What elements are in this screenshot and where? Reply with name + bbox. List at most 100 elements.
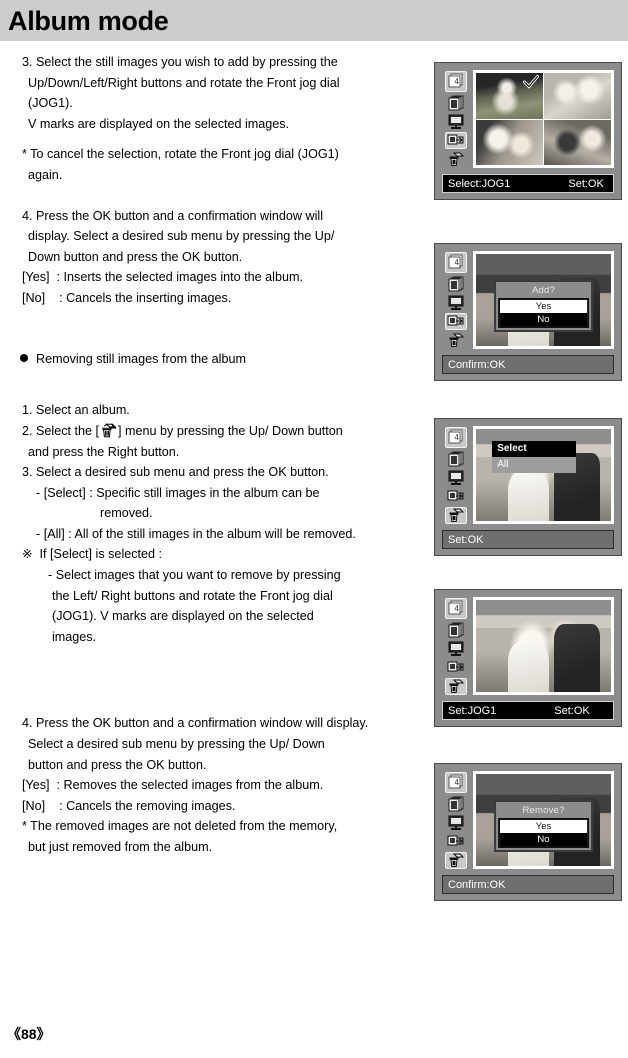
lcd-status-bar: Select:JOG1 Set:OK (442, 174, 614, 193)
dialog-options: Yes No (497, 297, 590, 328)
slideshow-icon[interactable] (445, 113, 467, 130)
album-pages-icon[interactable] (445, 621, 467, 638)
page-number: 《88》 (7, 1026, 51, 1042)
lcd-body: 4 Select All (442, 426, 614, 524)
lcd-panel-remove-menu: 4 Select All Set:OK (434, 418, 622, 556)
slideshow-icon[interactable] (445, 814, 467, 831)
svg-text:4: 4 (455, 604, 460, 613)
album-pages-icon[interactable] (445, 275, 467, 292)
add-image-icon[interactable] (445, 132, 467, 149)
if-select-note: ※ If [Select] is selected : (22, 547, 163, 562)
step-3-line-2: Up/Down/Left/Right buttons and rotate th… (28, 75, 340, 90)
remove-image-icon[interactable] (445, 852, 467, 869)
remove-image-icon (100, 423, 117, 438)
album-number-icon[interactable]: 4 (445, 427, 467, 448)
slideshow-icon[interactable] (445, 294, 467, 311)
svg-text:4: 4 (455, 258, 460, 267)
dialog-title: Remove? (522, 804, 565, 816)
dialog-option-yes[interactable]: Yes (499, 299, 588, 313)
lcd-panel-thumbnail-select: 4 Select:JOG1 Set:OK (434, 62, 622, 200)
cancel-note-line-1: * To cancel the selection, rotate the Fr… (22, 147, 339, 162)
step-4-remove-paragraph: 4. Press the OK button and a confirmatio… (0, 713, 430, 857)
remove-submenu: Select All (492, 440, 576, 473)
step-4-remove-line-3: button and press the OK button. (28, 757, 207, 772)
step-3-line-4: V marks are displayed on the selected im… (28, 116, 290, 131)
lcd-screen[interactable]: Select All (473, 426, 614, 524)
album-pages-icon[interactable] (445, 450, 467, 467)
step-4-remove-line-2: Select a desired sub menu by pressing th… (28, 737, 325, 752)
menu-item-select[interactable]: Select (492, 440, 576, 457)
add-image-icon[interactable] (445, 313, 467, 330)
lcd-panel-remove-confirm: 4 Remove? Yes No Confirm:OK (434, 763, 622, 901)
remove-image-icon[interactable] (445, 678, 467, 695)
svg-text:4: 4 (455, 778, 460, 787)
remove-image-icon[interactable] (445, 507, 467, 524)
status-confirm-ok: Confirm:OK (448, 358, 506, 371)
step-4-add-line-1: 4. Press the OK button and a confirmatio… (22, 208, 324, 223)
dialog-title: Add? (531, 284, 555, 296)
status-select-jog1: Select:JOG1 (448, 177, 511, 190)
album-pages-icon[interactable] (445, 94, 467, 111)
add-confirm-dialog: Add? Yes No (493, 279, 594, 332)
preview-photo (476, 600, 611, 692)
step-3-line-3: (JOG1). (28, 96, 73, 111)
thumbnail-grid (476, 73, 611, 165)
remove-step-2-suffix: ] menu by pressing the Up/ Down button (118, 423, 343, 438)
section-removing-label: Removing still images from the album (36, 352, 246, 367)
thumbnail-2[interactable] (544, 73, 611, 119)
status-set-ok: Set:OK (448, 533, 484, 546)
step-4-add-paragraph: 4. Press the OK button and a confirmatio… (0, 206, 430, 309)
status-set-jog1: Set:JOG1 (448, 704, 497, 717)
dialog-option-no[interactable]: No (499, 832, 588, 846)
thumbnail-4[interactable] (544, 119, 611, 165)
remove-confirm-dialog: Remove? Yes No (493, 799, 594, 852)
add-image-icon[interactable] (445, 659, 467, 676)
slideshow-icon[interactable] (445, 469, 467, 486)
album-number-icon[interactable]: 4 (445, 252, 467, 273)
if-select-line-1: - Select images that you want to remove … (48, 568, 341, 583)
selected-check-icon (523, 75, 539, 89)
dialog-option-yes[interactable]: Yes (499, 819, 588, 833)
all-option-desc: - [All] : All of the still images in the… (36, 526, 356, 541)
remove-step-3: 3. Select a desired sub menu and press t… (22, 465, 329, 480)
album-number-icon[interactable]: 4 (445, 71, 467, 92)
slideshow-icon[interactable] (445, 640, 467, 657)
yes-option-add: [Yes] : Inserts the selected images into… (22, 270, 303, 285)
remove-step-2-line-2: and press the Right button. (28, 444, 180, 459)
bullet-dot-icon (20, 354, 28, 363)
add-image-icon[interactable] (445, 488, 467, 505)
album-number-icon[interactable]: 4 (445, 772, 467, 793)
dialog-option-no[interactable]: No (499, 312, 588, 326)
lcd-screen[interactable]: Add? Yes No (473, 251, 614, 349)
instruction-text-column: 3. Select the still images you wish to a… (0, 52, 430, 858)
lcd-status-bar: Set:OK (442, 530, 614, 549)
section-removing-heading: Removing still images from the album (0, 329, 430, 391)
remove-step-2: 2. Select the [ ] menu by pressing the Up… (0, 421, 430, 442)
cancel-note-line-2: again. (28, 167, 63, 182)
album-pages-icon[interactable] (445, 795, 467, 812)
lcd-sidebar: 4 (442, 251, 470, 349)
if-select-line-3: (JOG1). V marks are displayed on the sel… (52, 609, 314, 624)
lcd-status-bar: Confirm:OK (442, 355, 614, 374)
album-number-icon[interactable]: 4 (445, 598, 467, 619)
thumbnail-3[interactable] (476, 119, 543, 165)
step-4-remove-line-1: 4. Press the OK button and a confirmatio… (22, 716, 369, 731)
remove-image-icon[interactable] (445, 151, 467, 168)
select-option-desc-cont: removed. (100, 506, 153, 521)
add-image-icon[interactable] (445, 833, 467, 850)
remove-step-2-prefix: 2. Select the [ (22, 423, 100, 438)
lcd-status-bar: Confirm:OK (442, 875, 614, 894)
menu-item-all[interactable]: All (492, 456, 576, 473)
step-4-add-line-3: Down button and press the OK button. (28, 249, 243, 264)
lcd-screen[interactable] (473, 597, 614, 695)
lcd-screen[interactable] (473, 70, 614, 168)
lcd-screen[interactable]: Remove? Yes No (473, 771, 614, 869)
remove-image-icon[interactable] (445, 332, 467, 349)
page-title: Album mode (8, 6, 169, 36)
if-select-line-2: the Left/ Right buttons and rotate the F… (52, 588, 333, 603)
thumbnail-1[interactable] (476, 73, 543, 119)
